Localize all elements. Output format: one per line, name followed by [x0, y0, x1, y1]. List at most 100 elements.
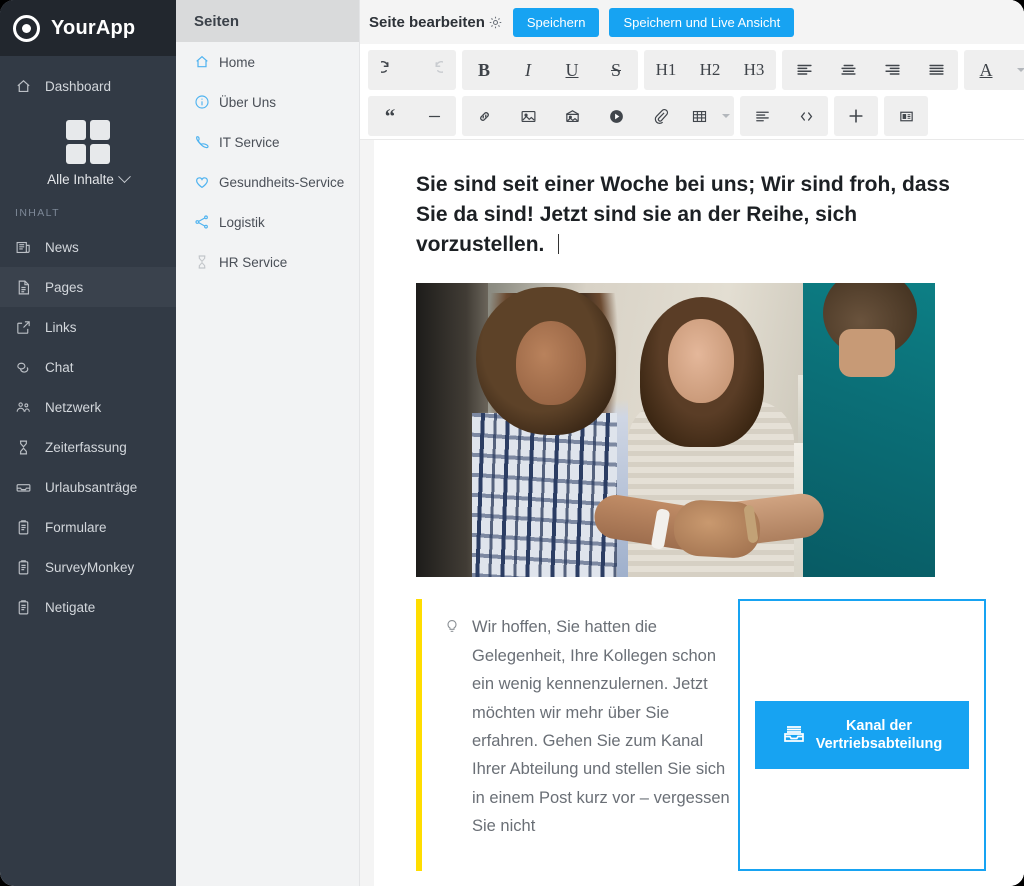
home-icon — [15, 78, 32, 95]
insert-video-button[interactable] — [594, 96, 638, 136]
toolbar-row-1: B I U S H1 H2 H3 — [360, 47, 1024, 93]
main-sidebar: YourApp Dashboard Alle Inhalte INHALT Ne… — [0, 0, 176, 886]
page-item-label: Über Uns — [219, 95, 276, 110]
sidebar-section-label: INHALT — [0, 197, 176, 227]
inbox-tray-icon — [15, 479, 32, 496]
sidebar-item-formulare[interactable]: Formulare — [0, 507, 176, 547]
align-right-button[interactable] — [870, 50, 914, 90]
bold-button[interactable]: B — [462, 50, 506, 90]
info-circle-icon — [194, 94, 210, 110]
chevron-down-icon — [118, 170, 131, 183]
editor-canvas[interactable]: Sie sind seit einer Woche bei uns; Wir s… — [360, 140, 1024, 886]
channel-button-line1: Kanal der — [846, 718, 912, 734]
page-item-label: Home — [219, 55, 255, 70]
code-button[interactable] — [784, 96, 828, 136]
heart-icon — [194, 174, 210, 190]
blockquote-button[interactable]: “ — [368, 96, 412, 136]
italic-button[interactable]: I — [506, 50, 550, 90]
share-network-icon — [194, 214, 210, 230]
font-color-dropdown[interactable] — [1008, 50, 1024, 90]
heading-3-button[interactable]: H3 — [732, 50, 776, 90]
insert-gallery-button[interactable] — [550, 96, 594, 136]
toolbar-group-alignment — [782, 50, 958, 90]
page-item-hr-service[interactable]: HR Service — [176, 242, 359, 282]
page-item-home[interactable]: Home — [176, 42, 359, 82]
redo-button[interactable] — [412, 50, 456, 90]
all-content-label: Alle Inhalte — [47, 172, 114, 187]
people-network-icon — [15, 399, 32, 416]
sidebar-item-label: Netigate — [45, 600, 95, 615]
hourglass-icon — [15, 439, 32, 456]
font-color-button[interactable]: A — [964, 50, 1008, 90]
photo-person-left-face — [516, 321, 586, 405]
editor-scrollbar[interactable] — [360, 140, 374, 886]
document-title: Sie sind seit einer Woche bei uns; Wir s… — [416, 173, 950, 256]
table-dropdown[interactable] — [716, 96, 734, 136]
sidebar-item-label: Netzwerk — [45, 400, 101, 415]
sidebar-item-label: Urlaubsanträge — [45, 480, 137, 495]
heading-1-button[interactable]: H1 — [644, 50, 688, 90]
insert-attachment-button[interactable] — [638, 96, 682, 136]
page-item-ueber-uns[interactable]: Über Uns — [176, 82, 359, 122]
add-block-button[interactable] — [834, 96, 878, 136]
undo-button[interactable] — [368, 50, 412, 90]
sidebar-item-netzwerk[interactable]: Netzwerk — [0, 387, 176, 427]
sidebar-item-zeiterfassung[interactable]: Zeiterfassung — [0, 427, 176, 467]
lightbulb-icon — [444, 618, 460, 871]
insert-link-button[interactable] — [462, 96, 506, 136]
sidebar-item-netigate[interactable]: Netigate — [0, 587, 176, 627]
all-content-switcher[interactable]: Alle Inhalte — [0, 120, 176, 187]
sidebar-item-dashboard[interactable]: Dashboard — [0, 66, 176, 106]
content-photo[interactable] — [416, 283, 935, 577]
target-circle-logo — [13, 15, 40, 42]
sidebar-item-surveymonkey[interactable]: SurveyMonkey — [0, 547, 176, 587]
content-blocks-row: Wir hoffen, Sie hatten die Gelegenheit, … — [416, 599, 986, 871]
page-title-wrap: Seite bearbeiten — [369, 14, 503, 31]
underline-button[interactable]: U — [550, 50, 594, 90]
page-item-gesundheits-service[interactable]: Gesundheits-Service — [176, 162, 359, 202]
page-item-it-service[interactable]: IT Service — [176, 122, 359, 162]
page-item-label: HR Service — [219, 255, 287, 270]
heading-2-button[interactable]: H2 — [688, 50, 732, 90]
toolbar-group-add — [834, 96, 878, 136]
align-left-button[interactable] — [782, 50, 826, 90]
external-link-icon — [15, 319, 32, 336]
sidebar-item-label: SurveyMonkey — [45, 560, 134, 575]
photo-person-center-face — [668, 319, 734, 403]
quote-block[interactable]: Wir hoffen, Sie hatten die Gelegenheit, … — [416, 599, 734, 871]
scrollbar-thumb[interactable] — [360, 140, 374, 680]
sidebar-item-pages[interactable]: Pages — [0, 267, 176, 307]
layout-block-button[interactable] — [884, 96, 928, 136]
channel-button[interactable]: Kanal derVertriebsabteilung — [755, 701, 969, 769]
strikethrough-button[interactable]: S — [594, 50, 638, 90]
toolbar-group-layout — [884, 96, 928, 136]
sidebar-item-label: News — [45, 240, 79, 255]
sidebar-item-urlaubsantraege[interactable]: Urlaubsanträge — [0, 467, 176, 507]
save-and-preview-button[interactable]: Speichern und Live Ansicht — [609, 8, 794, 37]
align-justify-button[interactable] — [914, 50, 958, 90]
document-title-block[interactable]: Sie sind seit einer Woche bei uns; Wir s… — [416, 170, 986, 259]
list-button[interactable] — [740, 96, 784, 136]
all-content-label-wrap: Alle Inhalte — [47, 172, 129, 187]
toolbar-group-media — [462, 96, 734, 136]
sidebar-item-links[interactable]: Links — [0, 307, 176, 347]
save-button[interactable]: Speichern — [513, 8, 600, 37]
editor-content: Sie sind seit einer Woche bei uns; Wir s… — [416, 170, 986, 871]
sidebar-item-label: Dashboard — [45, 79, 111, 94]
brand-header[interactable]: YourApp — [0, 0, 176, 56]
sidebar-item-news[interactable]: News — [0, 227, 176, 267]
chat-bubble-icon — [15, 359, 32, 376]
cta-card[interactable]: Kanal derVertriebsabteilung — [738, 599, 986, 871]
sidebar-item-chat[interactable]: Chat — [0, 347, 176, 387]
horizontal-rule-button[interactable] — [412, 96, 456, 136]
sidebar-item-label: Chat — [45, 360, 74, 375]
align-center-button[interactable] — [826, 50, 870, 90]
gear-icon[interactable] — [488, 15, 503, 30]
insert-table-button[interactable] — [682, 96, 716, 136]
clipboard-icon — [15, 519, 32, 536]
toolbar-group-headings: H1 H2 H3 — [644, 50, 776, 90]
page-item-logistik[interactable]: Logistik — [176, 202, 359, 242]
channel-button-label: Kanal derVertriebsabteilung — [816, 717, 943, 753]
insert-image-button[interactable] — [506, 96, 550, 136]
toolbar-row-2: “ — [360, 93, 1024, 139]
